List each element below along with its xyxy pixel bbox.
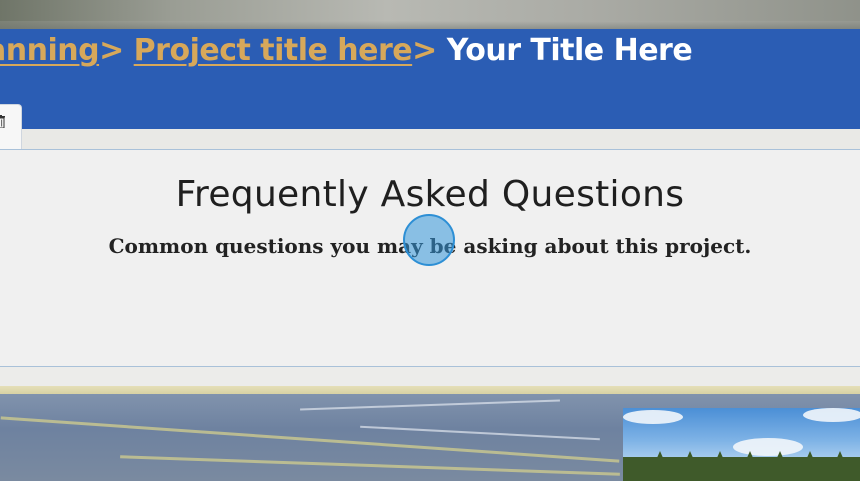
title-banner: anning> Project title here> Your Title H… xyxy=(0,29,860,129)
breadcrumb-link-planning[interactable]: anning xyxy=(0,33,100,68)
decorative-stripe xyxy=(0,386,860,394)
trees-photo xyxy=(623,408,860,481)
trash-icon[interactable] xyxy=(0,115,5,128)
faq-title: Frequently Asked Questions xyxy=(175,174,685,215)
breadcrumb: anning> Project title here> Your Title H… xyxy=(0,31,693,71)
breadcrumb-link-project[interactable]: Project title here xyxy=(134,33,413,68)
breadcrumb-separator: > xyxy=(412,33,437,68)
page-title: Your Title Here xyxy=(446,33,693,68)
header-photo xyxy=(0,0,860,29)
breadcrumb-separator: > xyxy=(99,33,124,68)
click-cursor-indicator xyxy=(403,214,455,266)
side-tab[interactable] xyxy=(0,104,22,149)
section-gap xyxy=(0,367,860,387)
